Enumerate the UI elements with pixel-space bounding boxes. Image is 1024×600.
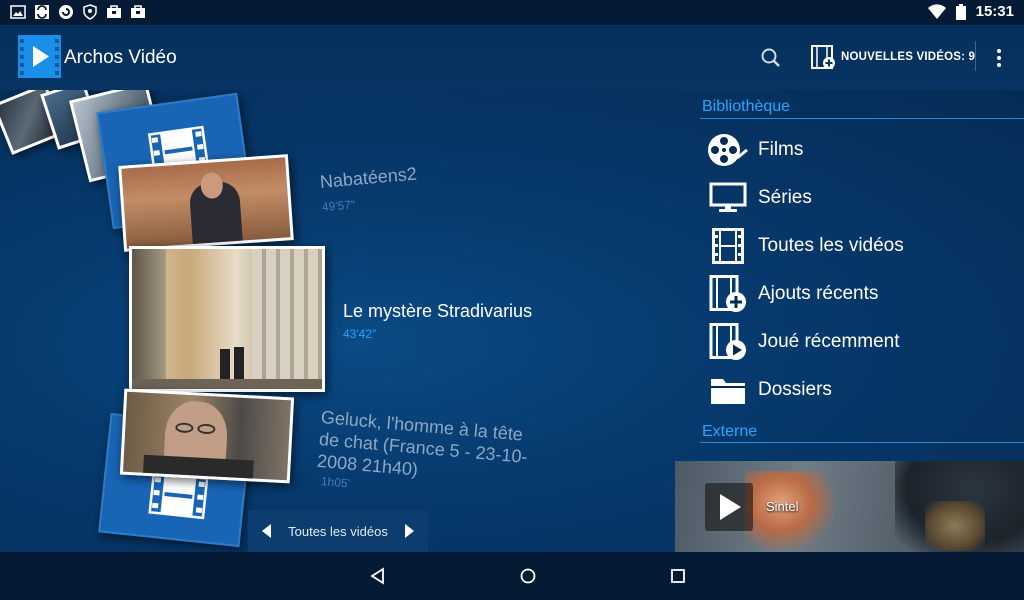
carousel-item-duration: 43'42" — [343, 327, 377, 341]
overflow-menu-button[interactable] — [987, 43, 1011, 73]
status-bar: 15:31 — [0, 0, 1024, 25]
carousel-item-duration: 49'57" — [321, 197, 356, 214]
library-item-all-videos[interactable]: Toutes les vidéos — [702, 222, 1024, 270]
more-vertical-icon — [997, 49, 1001, 67]
library-item-recently-played[interactable]: Joué récemment — [702, 318, 1024, 366]
external-item-label: Sintel — [766, 499, 799, 514]
library-item-label: Joué récemment — [758, 331, 900, 352]
film-play-icon — [709, 323, 746, 360]
library-item-label: Ajouts récents — [758, 283, 879, 304]
external-item-card[interactable]: Sintel — [675, 461, 1024, 552]
sync-icon — [35, 5, 49, 19]
library-item-label: Séries — [758, 187, 812, 208]
briefcase-icon — [107, 5, 121, 18]
search-button[interactable] — [758, 45, 784, 71]
library-item-films[interactable]: Films — [702, 126, 1024, 174]
carousel-nav: Toutes les vidéos — [248, 510, 428, 552]
briefcase-icon — [131, 5, 145, 18]
carousel-thumbnail[interactable] — [118, 154, 294, 252]
recents-icon[interactable] — [668, 566, 688, 586]
library-item-label: Films — [758, 139, 804, 160]
library-item-recently-added[interactable]: Ajouts récents — [702, 270, 1024, 318]
carousel-thumbnail[interactable] — [119, 388, 295, 484]
library-header: Bibliothèque — [702, 98, 791, 115]
carousel-item-duration: 1h05' — [320, 474, 351, 491]
folder-icon — [711, 379, 745, 404]
library-item-folders[interactable]: Dossiers — [702, 366, 1024, 414]
library-divider — [700, 118, 1024, 119]
system-nav-bar — [0, 552, 1024, 600]
play-icon — [720, 494, 741, 520]
carousel-nav-label[interactable]: Toutes les vidéos — [288, 524, 388, 539]
main-content: Nabatéens2 49'57" Le mystère Stradivariu… — [0, 90, 1024, 552]
library-item-label: Toutes les vidéos — [758, 235, 904, 256]
external-divider — [700, 442, 1024, 443]
library-item-series[interactable]: Séries — [702, 174, 1024, 222]
play-button[interactable] — [705, 483, 753, 531]
film-strip-icon — [712, 228, 744, 264]
gallery-icon — [10, 5, 26, 19]
wifi-icon — [927, 3, 946, 19]
home-icon[interactable] — [518, 566, 538, 586]
app-logo-icon[interactable] — [18, 35, 61, 78]
shield-icon — [83, 4, 97, 20]
film-add-icon — [709, 275, 746, 312]
carousel-item-title: Nabatéens2 — [319, 163, 418, 192]
new-videos-label: NOUVELLES VIDÉOS: 9 — [841, 51, 976, 63]
new-videos-button[interactable]: NOUVELLES VIDÉOS: 9 — [810, 42, 975, 72]
film-add-icon — [811, 45, 835, 69]
carousel-thumbnail-selected[interactable] — [129, 246, 325, 392]
previous-arrow-icon[interactable] — [262, 524, 271, 538]
search-icon — [761, 48, 780, 67]
tv-icon — [709, 182, 747, 212]
refresh-icon — [59, 5, 73, 19]
back-icon[interactable] — [368, 566, 388, 586]
library-item-label: Dossiers — [758, 379, 832, 400]
film-strip-icon — [148, 471, 209, 520]
app-bar: Archos Vidéo NOUVELLES VIDÉOS: 9 — [0, 25, 1024, 90]
clock: 15:31 — [975, 3, 1014, 20]
toolbar-divider — [975, 41, 976, 71]
carousel-item-title: Le mystère Stradivarius — [343, 301, 533, 321]
notification-icons — [10, 4, 146, 20]
app-title: Archos Vidéo — [64, 47, 177, 68]
next-arrow-icon[interactable] — [404, 524, 414, 538]
film-reel-icon — [708, 134, 748, 166]
battery-icon — [955, 3, 966, 20]
external-header: Externe — [702, 423, 758, 440]
